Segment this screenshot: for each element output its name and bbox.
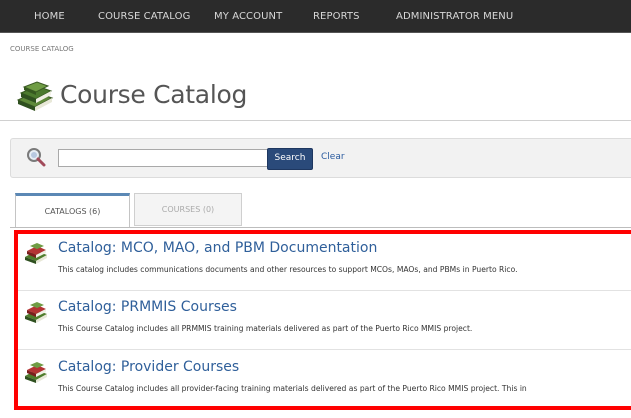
page-title: Course Catalog — [60, 80, 248, 109]
nav-item-course-catalog[interactable]: COURSE CATALOG — [98, 0, 190, 32]
tab-catalogs[interactable]: CATALOGS (6) — [15, 193, 130, 228]
clear-link[interactable]: Clear — [321, 152, 345, 162]
book-stack-icon — [15, 80, 55, 118]
nav-item-my-account[interactable]: MY ACCOUNT — [214, 0, 282, 32]
tab-courses[interactable]: COURSES (0) — [134, 193, 242, 226]
title-divider — [0, 120, 631, 121]
highlight-frame — [14, 230, 631, 410]
search-panel: Search Clear — [10, 138, 631, 178]
tabs-divider — [10, 227, 631, 228]
nav-item-reports[interactable]: REPORTS — [313, 0, 360, 32]
search-input[interactable] — [58, 149, 270, 167]
top-navigation-bar: HOME COURSE CATALOG MY ACCOUNT REPORTS A… — [0, 0, 631, 33]
breadcrumb[interactable]: COURSE CATALOG — [10, 45, 74, 53]
nav-item-home[interactable]: HOME — [34, 0, 65, 32]
search-button[interactable]: Search — [267, 148, 313, 170]
magnifier-icon[interactable] — [25, 147, 47, 171]
nav-item-administrator-menu[interactable]: ADMINISTRATOR MENU — [396, 0, 513, 32]
